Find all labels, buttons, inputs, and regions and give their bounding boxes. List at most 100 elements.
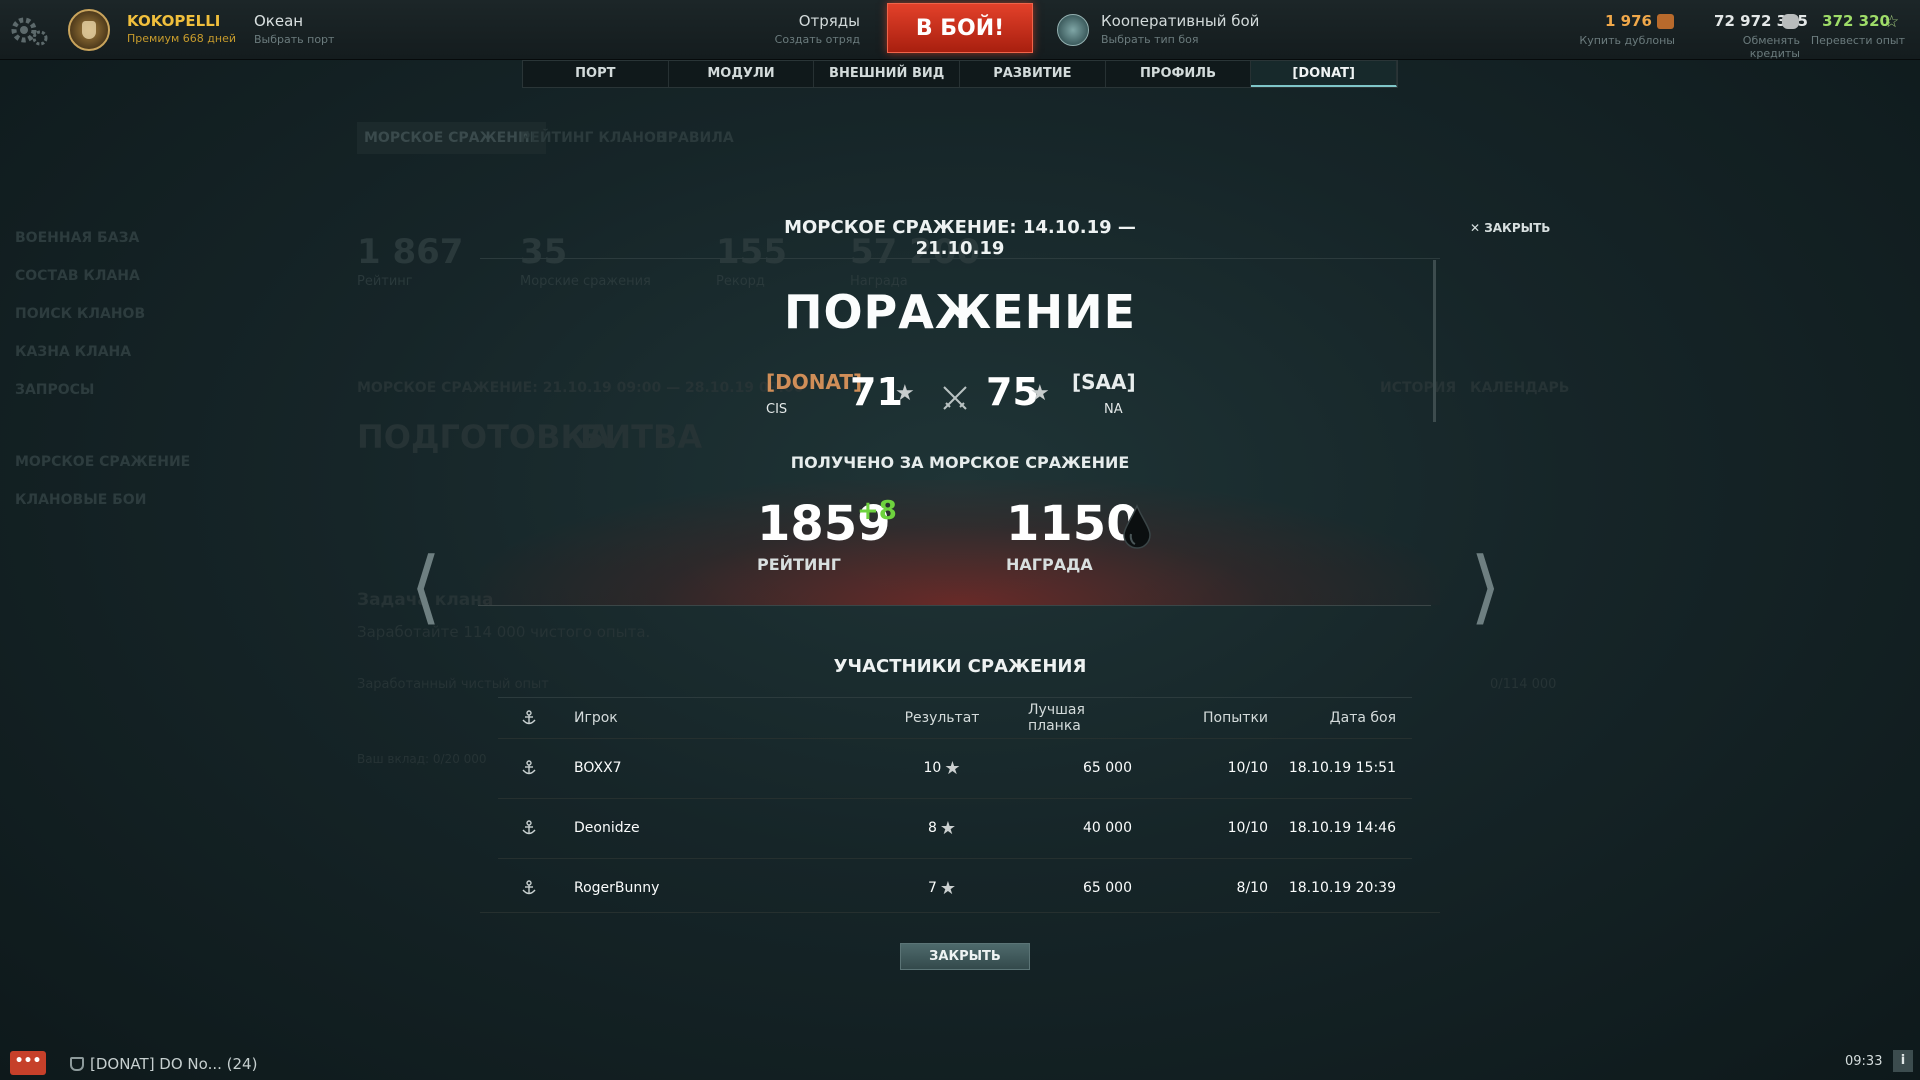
bg-period: МОРСКОЕ СРАЖЕНИЕ: 21.10.19 09:00 — 28.10… [357, 380, 804, 396]
table-header: Игрок Результат Лучшая планка Попытки Да… [498, 698, 1412, 738]
close-icon: ✕ [1470, 221, 1485, 235]
column-best-plank[interactable]: Лучшая планка [1028, 698, 1132, 738]
close-link-label: ЗАКРЫТЬ [1484, 221, 1551, 235]
bg-stat-rating-label: Рейтинг [357, 274, 413, 289]
result-value: 10 [923, 760, 942, 776]
clock: 09:33 [1845, 1054, 1883, 1069]
prev-battle-arrow[interactable]: ⟨ [410, 540, 441, 633]
sidebar-item-requests: ЗАПРОСЫ [15, 382, 95, 398]
column-date[interactable]: Дата боя [1278, 698, 1396, 738]
next-battle-arrow[interactable]: ⟩ [1470, 540, 1501, 633]
buy-doubloons-link[interactable]: Купить дублоны [1570, 34, 1675, 47]
tab-modules[interactable]: МОДУЛИ [669, 61, 815, 87]
subtab-naval-battle: МОРСКОЕ СРАЖЕНИЕ [357, 122, 547, 154]
top-bar: KOKOPELLI Премиум 668 дней Океан Выбрать… [0, 0, 1920, 60]
exchange-credits-link[interactable]: Обменять кредиты [1695, 34, 1800, 60]
received-title: ПОЛУЧЕНО ЗА МОРСКОЕ СРАЖЕНИЕ [790, 453, 1130, 472]
modal-title: МОРСКОЕ СРАЖЕНИЕ: 14.10.19 — 21.10.19 [784, 217, 1136, 259]
rating-label: РЕЙТИНГ [757, 555, 841, 574]
star-icon: ★ [1030, 381, 1050, 406]
clan-chat-icon [70, 1057, 84, 1071]
right-clan-tag[interactable]: [SAA] [1072, 370, 1136, 394]
battle-date: 18.10.19 15:51 [1288, 760, 1396, 776]
chat-channel[interactable]: [DONAT] DO No... (24) [90, 1055, 257, 1073]
tab-exterior[interactable]: ВНЕШНИЙ ВИД [814, 61, 961, 87]
tab-port[interactable]: ПОРТ [523, 61, 669, 87]
battle-result: ПОРАЖЕНИЕ [783, 285, 1137, 339]
tab-profile[interactable]: ПРОФИЛЬ [1106, 61, 1252, 87]
chat-button[interactable]: ••• [10, 1051, 46, 1075]
star-icon: ★ [939, 877, 957, 899]
rating-delta: +8 [857, 496, 897, 526]
result-value: 7 [927, 880, 937, 896]
table-bottom-divider [480, 912, 1440, 913]
star-icon: ★ [944, 757, 961, 779]
port-name[interactable]: Океан [254, 12, 303, 30]
left-clan-region: CIS [766, 402, 788, 417]
tab-development[interactable]: РАЗВИТИЕ [960, 61, 1106, 87]
close-link[interactable]: ✕ ЗАКРЫТЬ [1470, 221, 1550, 235]
create-squad-label[interactable]: Создать отряд [760, 33, 860, 46]
crossed-swords-icon [943, 386, 967, 410]
clan-emblem[interactable] [68, 9, 110, 51]
doubloon-icon [1657, 14, 1674, 29]
anchor-icon [522, 738, 536, 798]
tab-clan[interactable]: [DONAT] [1251, 61, 1398, 87]
column-attempts[interactable]: Попытки [1158, 698, 1268, 738]
credit-icon [1782, 14, 1799, 29]
modal-scrollbar[interactable] [1433, 260, 1436, 422]
doubloons-value: 1 976 [1605, 12, 1652, 30]
bg-stat-battles-label: Морские сражения [520, 274, 651, 289]
bg-history: ИСТОРИЯ [1380, 380, 1457, 396]
left-clan-tag[interactable]: [DONAT] [766, 370, 862, 394]
reward-band [480, 480, 1440, 605]
premium-status: Премиум 668 дней [127, 32, 236, 45]
column-result[interactable]: Результат [892, 698, 992, 738]
best-plank: 65 000 [1083, 760, 1132, 776]
battle-button[interactable]: В БОЙ! [887, 3, 1033, 53]
attempts: 10/10 [1227, 820, 1268, 836]
result-cell: 10 ★ [892, 738, 992, 798]
convert-xp-link[interactable]: Перевести опыт [1800, 34, 1905, 47]
info-button[interactable]: i [1893, 1050, 1913, 1072]
close-button[interactable]: ЗАКРЫТЬ [900, 943, 1030, 970]
subtab-rules: ПРАВИЛА [656, 130, 734, 146]
anchor-icon[interactable] [522, 698, 536, 738]
player-name[interactable]: RogerBunny [574, 858, 659, 918]
main-tabs: ПОРТ МОДУЛИ ВНЕШНИЙ ВИД РАЗВИТИЕ ПРОФИЛЬ… [522, 60, 1398, 88]
anchor-icon [522, 858, 536, 918]
bg-task-text: Заработайте 114 000 чистого опыта. [357, 623, 651, 641]
result-cell: 8 ★ [892, 798, 992, 858]
subtab-clan-rating: РЕЙТИНГ КЛАНОВ [520, 130, 667, 146]
bg-stat-record-label: Рекорд [716, 274, 765, 289]
oil-drop-icon [1123, 504, 1151, 549]
coop-battle-icon[interactable] [1057, 14, 1089, 46]
battle-type[interactable]: Кооперативный бой [1101, 12, 1259, 30]
squad-button[interactable]: Отряды [780, 12, 860, 30]
result-cell: 7 ★ [892, 858, 992, 918]
result-value: 8 [927, 820, 937, 836]
star-icon: ★ [895, 381, 915, 406]
table-row[interactable]: BOXX7 10 ★ 65 000 10/10 18.10.19 15:51 [498, 738, 1412, 798]
port-select-label[interactable]: Выбрать порт [254, 33, 334, 46]
participants-title: УЧАСТНИКИ СРАЖЕНИЯ [833, 656, 1087, 677]
battle-type-select-label[interactable]: Выбрать тип боя [1101, 33, 1199, 46]
sidebar-item-clan-battles: КЛАНОВЫЕ БОИ [15, 492, 147, 508]
player-name[interactable]: BOXX7 [574, 738, 622, 798]
attempts: 10/10 [1227, 760, 1268, 776]
star-icon: ★ [939, 817, 957, 839]
bg-stat-battles: 35 [520, 232, 568, 272]
table-row[interactable]: RogerBunny 7 ★ 65 000 8/10 18.10.19 20:39 [498, 858, 1412, 918]
column-player[interactable]: Игрок [574, 698, 618, 738]
sidebar-item-naval-battle: МОРСКОЕ СРАЖЕНИЕ [15, 454, 191, 470]
player-name[interactable]: KOKOPELLI [127, 12, 220, 30]
bg-earned-total: 0/114 000 [1490, 677, 1557, 692]
gear-icon[interactable] [10, 12, 50, 48]
bg-contribution: Ваш вклад: 0/20 000 [357, 752, 487, 766]
table-row[interactable]: Deonidze 8 ★ 40 000 10/10 18.10.19 14:46 [498, 798, 1412, 858]
reward-label: НАГРАДА [1006, 555, 1093, 574]
bg-phase-battle: БИТВА [580, 418, 703, 456]
sidebar-item-military-base: ВОЕННАЯ БАЗА [15, 230, 140, 246]
right-clan-region: NA [1104, 402, 1123, 417]
player-name[interactable]: Deonidze [574, 798, 640, 858]
